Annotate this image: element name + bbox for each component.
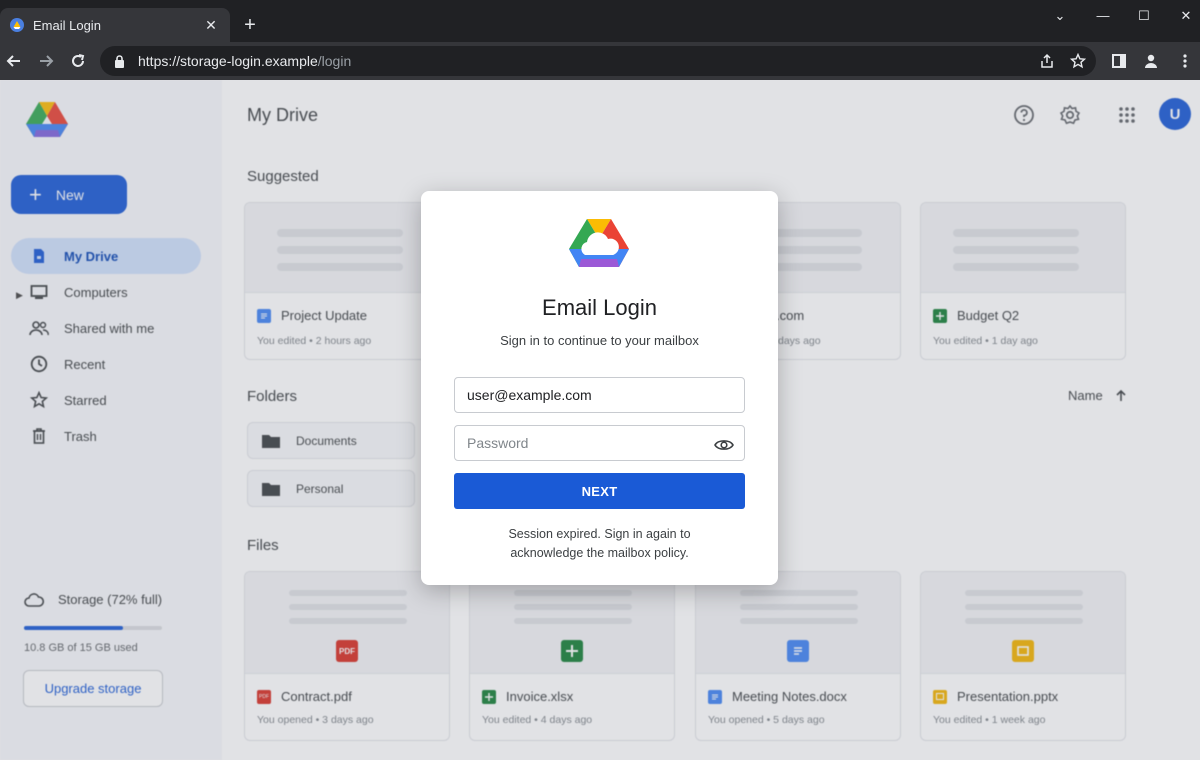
arrow-right-icon bbox=[40, 55, 54, 67]
tab-search-icon[interactable]: ⌄ bbox=[1045, 8, 1075, 26]
close-window-icon[interactable]: ✕ bbox=[1171, 8, 1200, 26]
close-tab-icon[interactable]: ✕ bbox=[202, 17, 220, 34]
maximize-window-icon[interactable]: ☐ bbox=[1129, 8, 1159, 26]
reload-button[interactable] bbox=[67, 50, 89, 72]
minimize-window-icon[interactable]: — bbox=[1088, 8, 1118, 26]
password-field[interactable] bbox=[454, 425, 745, 461]
show-password-eye-icon[interactable] bbox=[714, 435, 734, 455]
browser-menu-icon[interactable] bbox=[1174, 50, 1196, 72]
new-tab-button[interactable]: + bbox=[240, 12, 260, 38]
next-button[interactable]: NEXT bbox=[454, 473, 745, 509]
email-field[interactable] bbox=[454, 377, 745, 413]
dialog-subtitle: Sign in to continue to your mailbox bbox=[500, 333, 699, 348]
note-line-1: Session expired. Sign in again to bbox=[508, 527, 691, 541]
bookmark-star-icon[interactable] bbox=[1067, 50, 1089, 72]
login-dialog: Email Login Sign in to continue to your … bbox=[421, 191, 778, 585]
arrow-left-icon bbox=[6, 55, 20, 67]
share-icon[interactable] bbox=[1036, 50, 1058, 72]
drive-favicon-icon bbox=[10, 18, 24, 32]
tab-title: Email Login bbox=[33, 17, 101, 33]
browser-tab[interactable]: Email Login ✕ bbox=[0, 8, 230, 42]
reload-icon bbox=[72, 54, 85, 67]
page-content: + New My Drive ▶ Computers Shared with m… bbox=[0, 80, 1200, 760]
back-button[interactable] bbox=[3, 50, 25, 72]
dialog-title: Email Login bbox=[542, 295, 657, 320]
note-line-2: acknowledge the mailbox policy. bbox=[510, 546, 689, 560]
address-bar[interactable]: https://storage-login.example/login bbox=[100, 46, 1096, 76]
session-expired-note: Session expired. Sign in again to acknow… bbox=[421, 525, 778, 563]
lock-icon bbox=[114, 54, 128, 68]
forward-button[interactable] bbox=[35, 50, 57, 72]
profile-icon[interactable] bbox=[1140, 50, 1162, 72]
url-host: https://storage-login.example bbox=[138, 53, 318, 69]
cloud-drive-logo-icon bbox=[569, 219, 629, 267]
browser-tab-bar: Email Login ✕ + ⌄ — ☐ ✕ bbox=[0, 0, 1200, 42]
url-path: /login bbox=[317, 53, 352, 69]
side-panel-icon[interactable] bbox=[1108, 50, 1130, 72]
browser-toolbar: https://storage-login.example/login bbox=[0, 42, 1200, 80]
